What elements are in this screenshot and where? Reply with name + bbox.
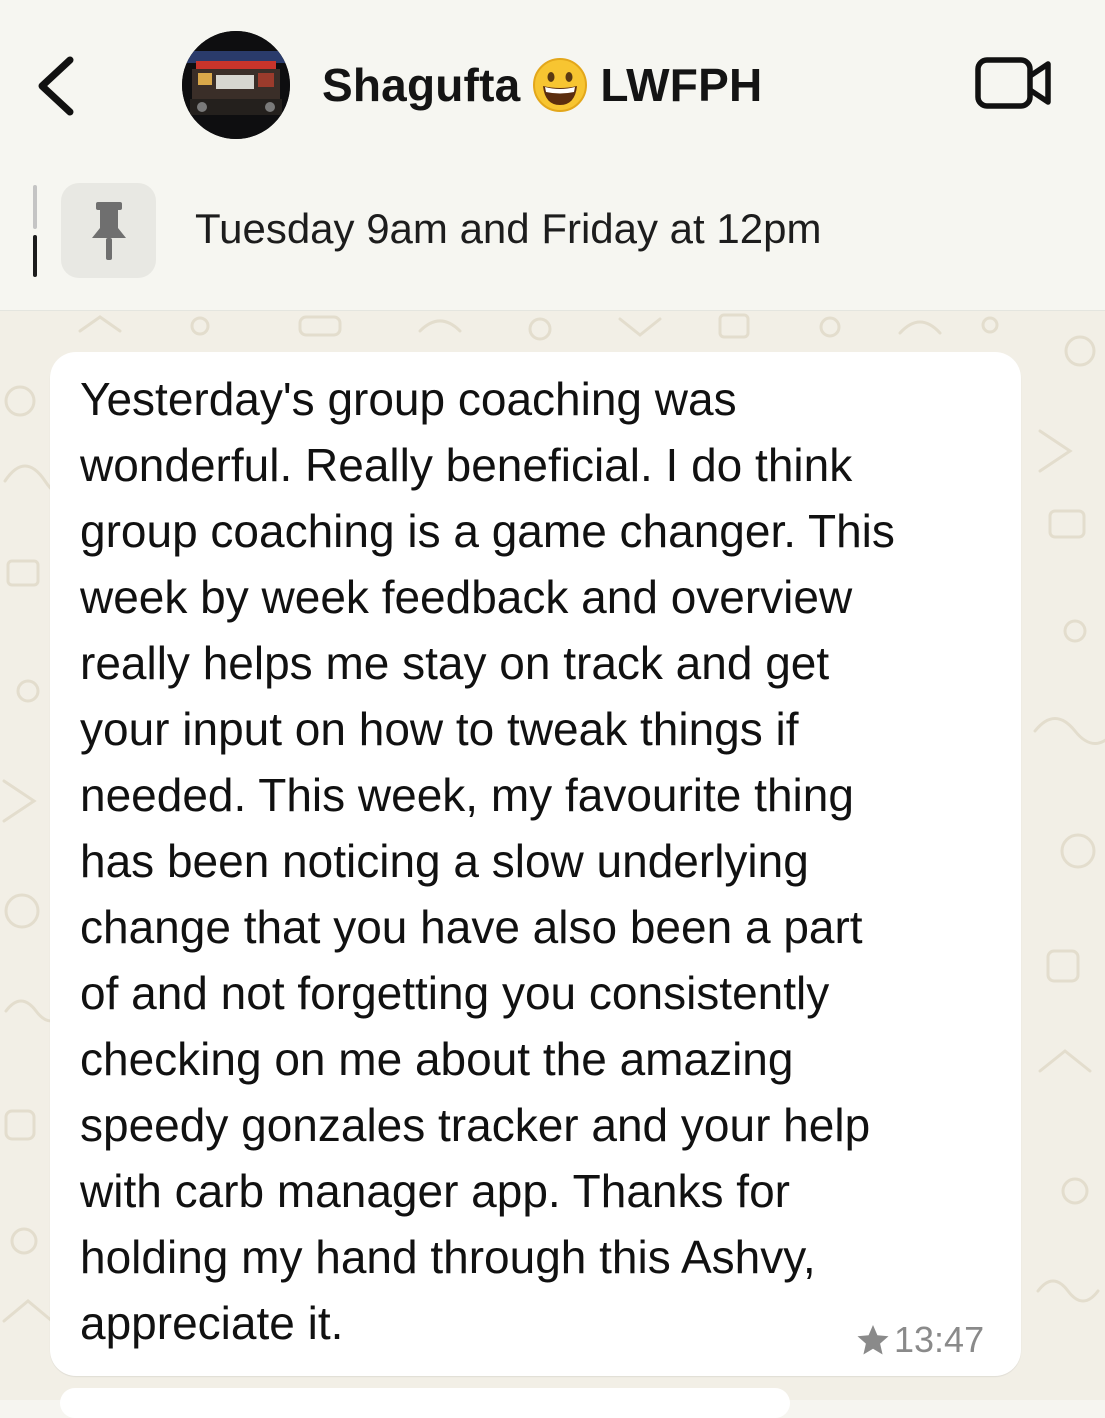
video-call-button[interactable] [972, 52, 1056, 114]
grinning-face-emoji-icon [533, 58, 588, 112]
pinned-message-text[interactable]: Tuesday 9am and Friday at 12pm [195, 205, 821, 253]
next-message-bubble[interactable] [60, 1388, 790, 1418]
pin-button[interactable] [61, 183, 156, 278]
chevron-left-icon [38, 56, 74, 116]
pinned-indicator-active [33, 235, 37, 277]
back-button[interactable] [28, 48, 88, 124]
star-icon [857, 1325, 889, 1355]
message-meta: 13:47 [856, 1318, 984, 1362]
contact-name: Shagufta [322, 59, 521, 111]
chat-title[interactable]: Shagufta LWFPH [322, 55, 762, 115]
contact-avatar[interactable] [182, 31, 290, 139]
video-camera-icon [975, 57, 1051, 109]
pin-icon [91, 201, 126, 260]
pinned-indicator-inactive [33, 185, 37, 229]
contact-suffix: LWFPH [600, 59, 763, 111]
message-time: 13:47 [894, 1319, 985, 1360]
message-text: Yesterday's group coaching was wonderful… [80, 373, 895, 1349]
avatar-image [182, 31, 290, 139]
